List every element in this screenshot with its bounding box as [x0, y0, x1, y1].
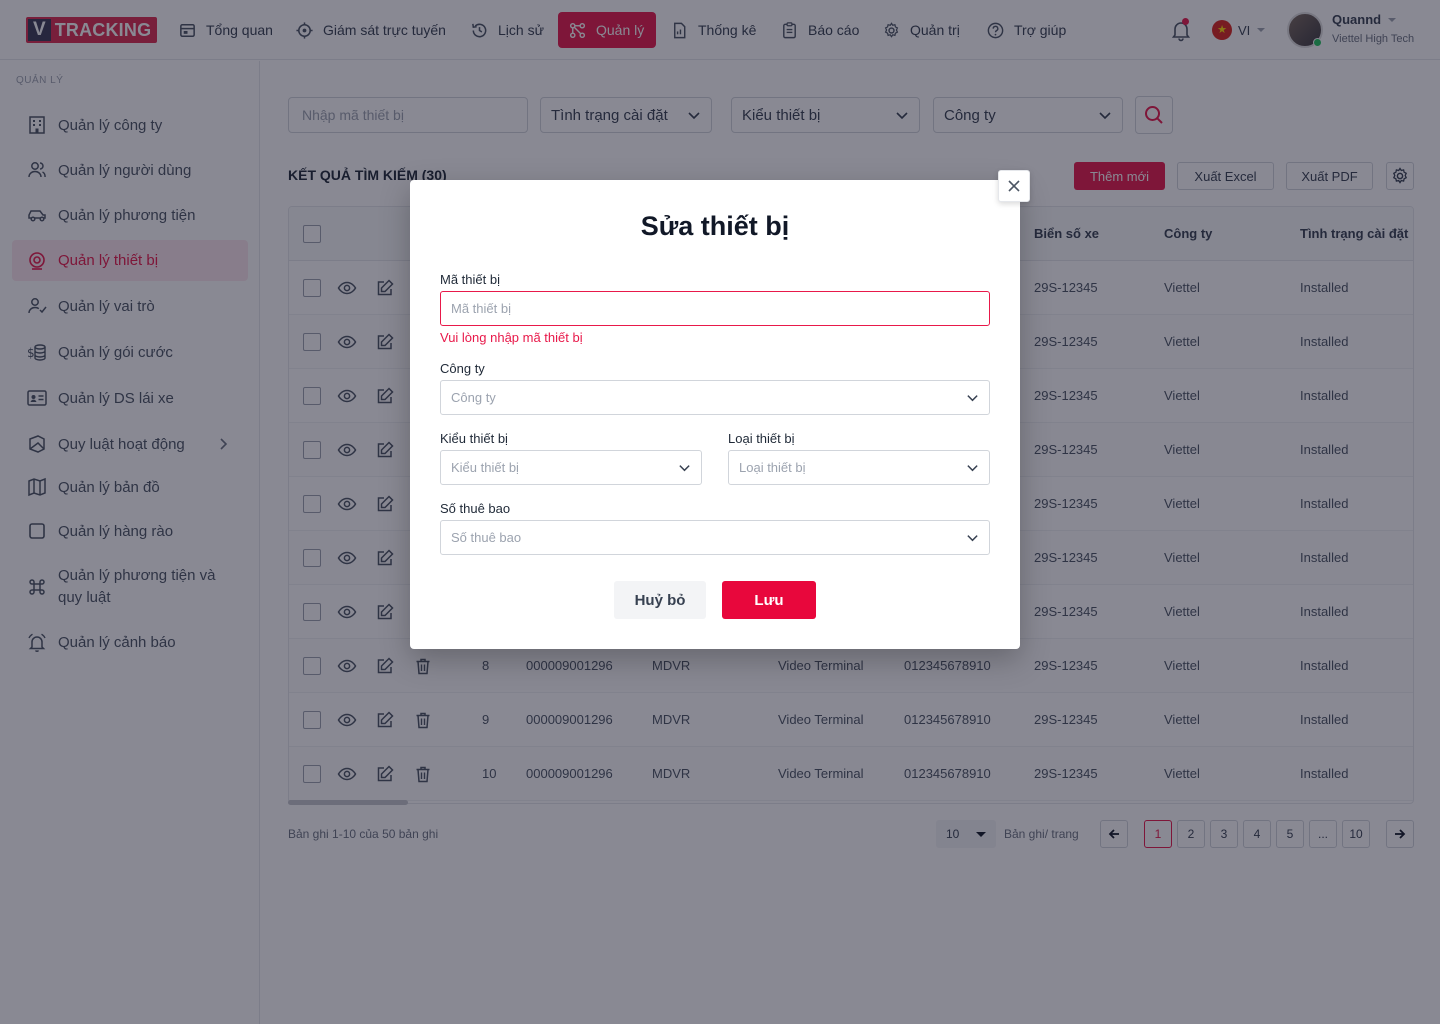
input-placeholder: Loại thiết bị [739, 460, 806, 475]
input-placeholder: Kiểu thiết bị [451, 460, 519, 475]
device-type-select-field[interactable]: Kiểu thiết bị [440, 450, 702, 485]
chevron-down-icon [967, 535, 978, 542]
company-select-field[interactable]: Công ty [440, 380, 990, 415]
chevron-down-icon [967, 465, 978, 472]
cancel-button[interactable]: Huỷ bỏ [614, 581, 706, 619]
device-code-error: Vui lòng nhập mã thiết bị [440, 330, 583, 345]
input-placeholder: Số thuê bao [451, 530, 522, 545]
chevron-down-icon [967, 395, 978, 402]
company-label: Công ty [440, 361, 485, 376]
device-kind-label: Loại thiết bị [728, 431, 795, 446]
subscriber-label: Số thuê bao [440, 501, 511, 516]
input-placeholder: Mã thiết bị [451, 301, 511, 316]
modal-close-button[interactable] [998, 170, 1030, 202]
device-kind-select-field[interactable]: Loại thiết bị [728, 450, 990, 485]
subscriber-select-field[interactable]: Số thuê bao [440, 520, 990, 555]
chevron-down-icon [679, 465, 690, 472]
close-icon [1008, 180, 1020, 192]
input-placeholder: Công ty [451, 390, 496, 405]
save-button[interactable]: Lưu [722, 581, 816, 619]
modal-title: Sửa thiết bị [640, 211, 790, 241]
device-type-label: Kiểu thiết bị [440, 431, 508, 446]
device-code-label: Mã thiết bị [440, 272, 500, 287]
device-code-input[interactable]: Mã thiết bị [440, 291, 990, 326]
